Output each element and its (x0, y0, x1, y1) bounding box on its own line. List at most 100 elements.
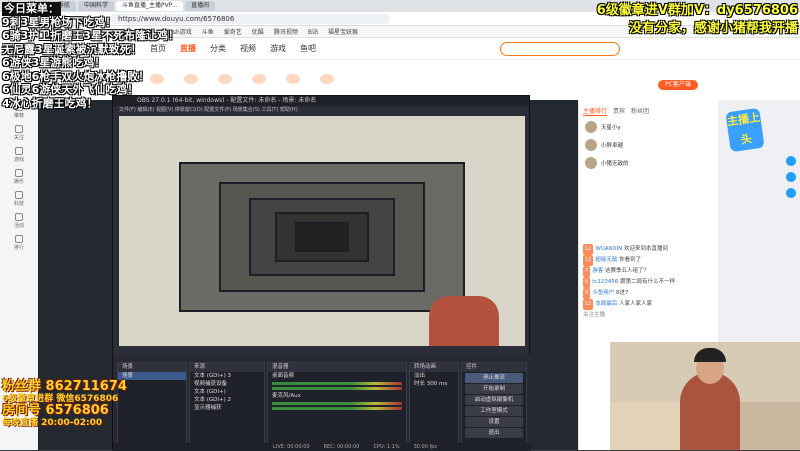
bookmark-item[interactable]: B站 (308, 27, 318, 36)
chat-message: 6 tc123456 跟第二局有什么不一样 (583, 277, 714, 288)
rank-row[interactable]: 天星小y (579, 118, 718, 136)
chat-text: 8进7 (615, 290, 629, 296)
follow-hint[interactable]: 关注主播 (583, 310, 714, 321)
overlay-room-info: 粉丝群 862711674 6级徽章进群 微信6576806 房间号 65768… (2, 379, 127, 429)
sidebar-item-label: 游戏 (13, 157, 24, 163)
gift-icon[interactable] (252, 74, 266, 84)
share-icon[interactable] (786, 156, 796, 166)
source-item[interactable]: 文本 (GDI+) (190, 388, 264, 396)
app-icon[interactable] (786, 172, 796, 182)
avatar (585, 121, 597, 133)
transition-select[interactable]: 淡出 (410, 372, 458, 380)
rank-row[interactable]: 小猪无敌的 (579, 154, 718, 172)
chat-user[interactable]: WUANXIN (595, 246, 622, 252)
chat-text: 这赛季五人组了？ (604, 268, 649, 274)
nav-category[interactable]: 分类 (210, 43, 226, 54)
virtual-camera-button[interactable]: 启动虚拟摄像机 (465, 395, 523, 405)
source-item[interactable]: 显示器捕获 (190, 404, 264, 412)
overlay-menu-line: 6仙灵6游侠天外飞仙吃鸡！ (2, 83, 139, 96)
mixer-dock: 混音器 桌面音频 麦克风/Aux (267, 362, 407, 450)
level-badge: 8 (583, 288, 591, 299)
sidebar-item-follow[interactable]: 关注 (0, 122, 38, 144)
overlay-menu: 今日菜单： 9刺3星男枪场下吃鸡！ 6骑3护卫折磨王3星不死布隆让鸡！ 无尼露3… (2, 2, 179, 110)
chat-list: 12 WUANXIN 欢迎来到本直播间 12 超级无敌 你看到了 7 游客 这赛季五人… (579, 242, 718, 323)
tab-vip[interactable]: 贵宾 (613, 106, 625, 116)
chat-user[interactable]: tc123456 (592, 279, 618, 285)
bookmark-item[interactable]: 爱奇艺 (224, 27, 242, 36)
chat-text: 欢迎来到本直播间 (623, 246, 668, 252)
volume-meter (272, 387, 402, 390)
sidebar-item-tech[interactable]: 科技 (0, 188, 38, 210)
gamepad-icon (15, 147, 23, 155)
nav-video[interactable]: 视频 (240, 43, 256, 54)
sidebar-item-label: 娱乐 (13, 179, 24, 185)
settings-button[interactable]: 设置 (465, 417, 523, 427)
rank-row[interactable]: 小胖卓越 (579, 136, 718, 154)
tab-fans[interactable]: 粉丝团 (631, 106, 649, 116)
heart-icon (15, 125, 23, 133)
chat-user[interactable]: 斗鱼用户 (592, 290, 614, 296)
gift-icon[interactable] (286, 74, 300, 84)
bookmark-item[interactable]: 斗鱼 (202, 27, 214, 36)
volume-meter (272, 402, 402, 405)
nav-games[interactable]: 游戏 (270, 43, 286, 54)
chat-message: 12 WUANXIN 欢迎来到本直播间 (583, 244, 714, 255)
source-item[interactable]: 文本 (GDI+) 2 (190, 396, 264, 404)
overlay-announcement: 6级徽章进V群加V：dy6576806 没有分家，感谢小猪帮我开播 (597, 2, 798, 38)
overlay-menu-line: 6极地6枪手双火炮冰枪撸败！ (2, 69, 150, 83)
mixer-channel-label: 麦克风/Aux (272, 393, 301, 399)
tab-rank[interactable]: 主播排行 (583, 106, 608, 116)
chat-user[interactable]: 超级无敌 (595, 257, 617, 263)
chat-text: 人家人家人家 (619, 301, 653, 307)
gift-icon[interactable] (320, 74, 334, 84)
chat-user[interactable]: 游客 (592, 268, 603, 274)
source-item[interactable]: 视频捕获设备 (190, 380, 264, 388)
source-item[interactable]: 文本 (GDI+) 3 (190, 372, 264, 380)
rank-user-name: 小胖卓越 (601, 143, 624, 149)
recursive-preview (295, 222, 349, 252)
nav-live[interactable]: 直播 (180, 43, 196, 54)
bookmark-item[interactable]: 腾讯视频 (274, 27, 298, 36)
dock-header: 场景 (118, 363, 186, 372)
rank-user-name: 天星小y (601, 125, 621, 131)
gift-icon[interactable] (218, 74, 232, 84)
overlay-line: 没有分家，感谢小猪帮我开播 (628, 21, 798, 36)
promo-badge[interactable]: 主播上头 (725, 107, 765, 153)
search-input[interactable] (500, 41, 620, 56)
dock-header: 转场动画 (410, 363, 458, 372)
avatar (585, 157, 597, 169)
start-recording-button[interactable]: 开始录制 (465, 384, 523, 394)
mixer-channel-label: 桌面音频 (272, 373, 295, 379)
bookmark-item[interactable]: 优酷 (252, 27, 264, 36)
level-badge: 7 (583, 266, 591, 277)
studio-mode-button[interactable]: 工作室模式 (465, 406, 523, 416)
sidebar-item-entertainment[interactable]: 娱乐 (0, 166, 38, 188)
chip-icon (15, 191, 23, 199)
rank-tabs: 主播排行 贵宾 粉丝团 (579, 100, 718, 118)
obs-window: OBS 27.0.1 (64-bit, windows) - 配置文件: 未命名… (112, 95, 531, 451)
transition-duration[interactable]: 时长 300 ms (410, 380, 458, 388)
exit-button[interactable]: 退出 (465, 428, 523, 438)
fan-group-label: 粉丝群 862711674 (2, 379, 127, 394)
pc-client-button[interactable]: PC客户端 (658, 80, 698, 90)
chat-user[interactable]: 本局最后 (595, 301, 617, 307)
sidebar-item-ranking[interactable]: 排行 (0, 232, 38, 254)
sidebar-item-games[interactable]: 游戏 (0, 144, 38, 166)
chat-message: 8 斗鱼用户 8进7 (583, 288, 714, 299)
level-badge: 12 (583, 244, 594, 255)
sidebar-item-events[interactable]: 活动 (0, 210, 38, 232)
overlay-menu-line: 4冰心折磨王吃鸡！ (2, 96, 98, 110)
volume-meter (272, 382, 402, 385)
edge-icon[interactable] (786, 188, 796, 198)
gift-icon[interactable] (184, 74, 198, 84)
chat-text: 你看到了 (619, 257, 642, 263)
nav-forum[interactable]: 鱼吧 (300, 43, 316, 54)
level-badge: 12 (583, 255, 594, 266)
chat-message: 12 超级无敌 你看到了 (583, 255, 714, 266)
stop-streaming-button[interactable]: 停止推流 (465, 373, 523, 383)
dock-header: 混音器 (268, 363, 406, 372)
bookmark-item[interactable]: 福星宝妖猴 (328, 27, 358, 36)
avatar (585, 139, 597, 151)
scene-item[interactable]: 场景 (118, 372, 186, 380)
browser-tab[interactable]: 直播间 (185, 1, 216, 11)
